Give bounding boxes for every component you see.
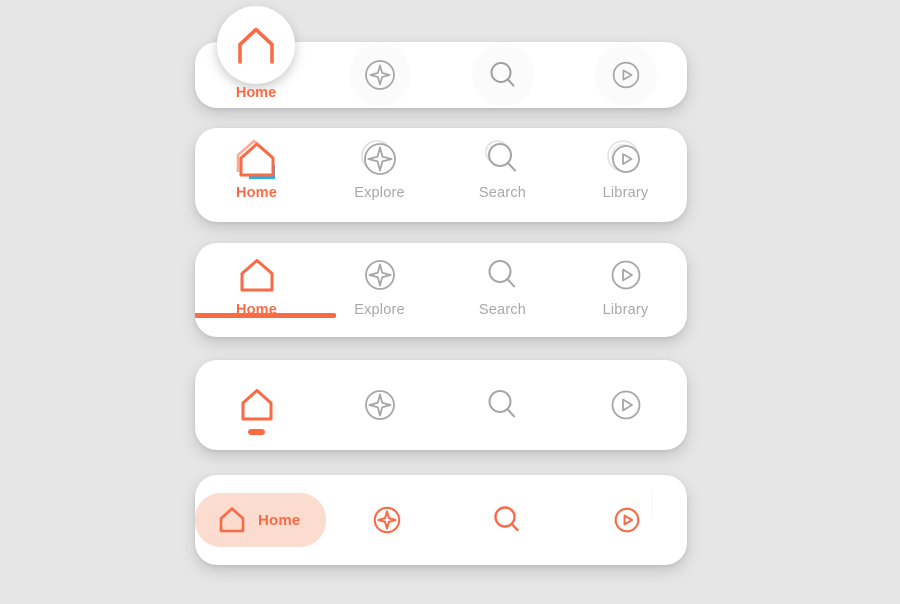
navigation-variants-canvas: Home Home Explore Search Library Home Ex… xyxy=(0,0,900,604)
play-circle-icon xyxy=(611,60,641,90)
active-underline-indicator xyxy=(195,312,336,318)
search-icon xyxy=(484,387,522,423)
nav-items: Home Explore Search Library xyxy=(195,243,687,337)
nav-item-search[interactable] xyxy=(441,42,564,108)
search-icon xyxy=(486,58,520,92)
nav-label-explore: Explore xyxy=(354,302,405,318)
nav-item-explore[interactable] xyxy=(326,475,446,565)
active-pill-home[interactable]: Home xyxy=(195,493,327,547)
nav-item-home[interactable]: Home xyxy=(195,475,327,565)
play-circle-icon xyxy=(608,387,644,423)
nav-item-library[interactable] xyxy=(567,475,687,565)
active-dot-indicator xyxy=(248,429,265,435)
sparkle-circle-icon xyxy=(372,505,402,535)
play-circle-icon xyxy=(608,257,644,293)
home-icon xyxy=(236,139,278,179)
nav-bar-glitch: Home Explore Search Library xyxy=(195,128,687,222)
nav-label-search: Search xyxy=(478,185,527,201)
search-hover-circle xyxy=(471,44,534,106)
nav-items: Home Explore Search Library xyxy=(195,128,687,222)
floating-home-button[interactable] xyxy=(217,6,295,84)
nav-bar-icons-only xyxy=(195,360,687,450)
nav-item-library[interactable] xyxy=(564,360,687,450)
nav-item-home[interactable] xyxy=(195,360,318,450)
play-circle-icon xyxy=(613,506,641,534)
play-circle-icon xyxy=(606,140,645,178)
nav-item-search[interactable] xyxy=(441,360,564,450)
nav-item-search[interactable]: Search xyxy=(441,140,564,201)
home-icon xyxy=(217,506,247,534)
nav-label-home: Home xyxy=(235,185,278,201)
nav-label-library: Library xyxy=(602,302,649,318)
nav-items xyxy=(195,360,687,450)
nav-label-library: Library xyxy=(602,185,649,201)
home-icon xyxy=(234,25,278,65)
nav-label-home: Home xyxy=(258,511,301,529)
nav-item-explore[interactable]: Explore xyxy=(318,257,441,318)
nav-item-library[interactable]: Library xyxy=(564,257,687,318)
nav-bar-underline: Home Explore Search Library xyxy=(195,243,687,337)
nav-item-explore[interactable] xyxy=(318,360,441,450)
search-icon xyxy=(484,257,522,293)
sparkle-circle-icon xyxy=(363,58,397,92)
nav-item-library[interactable]: Library xyxy=(564,140,687,201)
nav-item-search[interactable] xyxy=(447,475,567,565)
sparkle-circle-icon xyxy=(361,387,399,423)
nav-item-library[interactable] xyxy=(564,42,687,108)
nav-item-explore[interactable] xyxy=(318,42,441,108)
home-icon xyxy=(236,257,278,293)
nav-item-search[interactable]: Search xyxy=(441,257,564,318)
nav-bar-pill-highlight: Home xyxy=(195,475,687,565)
explore-hover-circle xyxy=(348,44,411,106)
nav-item-home[interactable]: Home xyxy=(195,257,336,318)
nav-label-search: Search xyxy=(478,302,527,318)
search-icon xyxy=(491,504,523,536)
nav-item-explore[interactable]: Explore xyxy=(318,140,441,201)
nav-items: Home xyxy=(195,475,687,565)
sparkle-circle-icon xyxy=(361,257,399,293)
nav-item-home[interactable]: Home xyxy=(195,139,318,201)
home-icon xyxy=(237,387,277,423)
library-hover-circle xyxy=(594,44,657,106)
floating-home-label: Home xyxy=(235,85,277,101)
sparkle-circle-icon xyxy=(360,140,400,178)
render-artifact-line xyxy=(652,489,653,519)
search-icon xyxy=(483,140,523,178)
nav-label-explore: Explore xyxy=(354,185,405,201)
